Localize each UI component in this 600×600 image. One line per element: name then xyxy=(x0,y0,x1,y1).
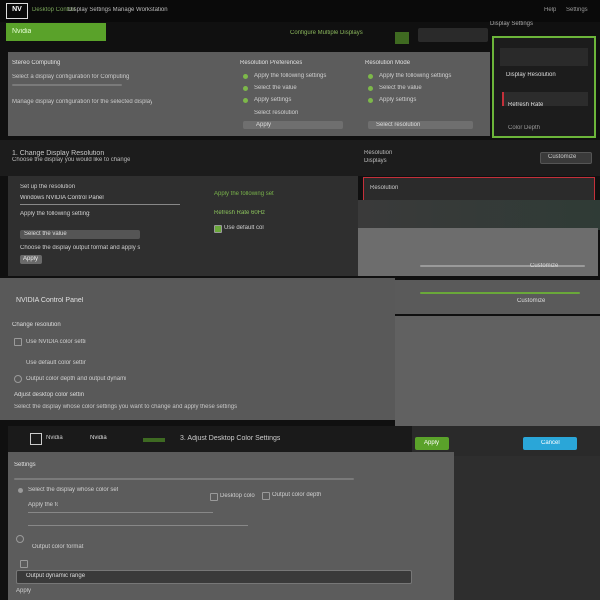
slider-panel-1 xyxy=(358,228,598,276)
right-top-dot-2 xyxy=(368,86,373,91)
mid-top-dot-2 xyxy=(243,86,248,91)
popup-item-3: Color Depth xyxy=(508,125,541,131)
section3-side xyxy=(395,316,600,426)
section3-footer-line: Select the display whose color settings … xyxy=(14,404,238,410)
right-top-line-4: Select resolution xyxy=(376,122,421,128)
customize-button-label: Customize xyxy=(548,154,577,160)
form-line-4: Select the value xyxy=(24,231,67,237)
left-top-title: Stereo Computing xyxy=(12,60,61,66)
form-panel xyxy=(8,176,358,276)
brand-tab-label: Nvidia xyxy=(12,28,32,35)
bottom-line-4: Output color depth xyxy=(272,492,322,498)
right-top-line-1: Apply the following settings xyxy=(379,73,452,79)
mid-top-title: Resolution Preferences xyxy=(240,60,303,66)
option-1-label: Use NVIDIA color settings xyxy=(26,339,86,345)
option-3-label: Output color depth and output dynamic ra… xyxy=(26,376,126,382)
right-top-dot-1 xyxy=(368,74,373,79)
bottom-line-1: Select the display whose color settings … xyxy=(28,487,118,493)
form-mid-2: Refresh Rate 60Hz xyxy=(214,210,266,216)
bottom-rule-1 xyxy=(28,512,213,513)
left-top-line-2: Manage display configuration for the sel… xyxy=(12,99,152,105)
bottom-right-area xyxy=(454,456,600,600)
right-top-line-3: Apply settings xyxy=(379,97,417,103)
popup-item-1: Display Resolution xyxy=(506,72,556,78)
cancel-button-label: Cancel xyxy=(541,440,560,446)
bottom-bar-green-strip xyxy=(143,438,165,442)
right-row2-title: Resolution xyxy=(364,150,393,156)
row2-sub: Choose the display you would like to cha… xyxy=(12,157,131,163)
slider-label-2: Customize xyxy=(517,298,546,304)
form-line-5: Choose the display output format and app… xyxy=(20,245,140,251)
bottom-checkbox-3[interactable] xyxy=(20,560,28,568)
right-top-dot-3 xyxy=(368,98,373,103)
nav-help[interactable]: Help xyxy=(544,7,556,13)
bottom-bar-title: 3. Adjust Desktop Color Settings xyxy=(180,435,281,442)
bottom-checkbox-1[interactable] xyxy=(210,493,218,501)
slider-track-2[interactable] xyxy=(420,292,580,294)
header-dark-button[interactable] xyxy=(418,28,488,42)
row2-title: 1. Change Display Resolution xyxy=(12,150,105,157)
highlight-label: Resolution xyxy=(370,185,399,191)
popup-caption: Display Settings xyxy=(490,21,534,27)
right-grad-panel xyxy=(358,200,600,230)
left-top-line-1: Select a display configuration for Compu… xyxy=(12,74,130,80)
bottom-rule-2 xyxy=(28,525,248,526)
form-mid-1: Apply the following settings xyxy=(214,191,274,197)
mid-top-line-1: Apply the following settings xyxy=(254,73,327,79)
section3-footer-title: Adjust desktop color settings xyxy=(14,392,84,398)
nav-display-settings[interactable]: Display Settings Manage Workstation xyxy=(68,7,168,13)
slider-track-1[interactable] xyxy=(420,265,585,267)
mid-top-line-4: Select resolution xyxy=(254,110,299,116)
bottom-panel-rule xyxy=(14,478,354,480)
form-line-1: Set up the resolution xyxy=(20,184,76,190)
bottom-bar-item-1[interactable]: Nvidia xyxy=(46,435,63,441)
apply-button-label: Apply xyxy=(424,440,440,446)
form-line-2: Windows NVIDIA Control Panel xyxy=(20,195,104,201)
option-3-checkbox[interactable] xyxy=(14,375,22,383)
top-bar: NV Desktop Control Display Settings Mana… xyxy=(0,0,600,22)
header-green-box xyxy=(395,32,409,44)
form-line-3: Apply the following settings and refresh xyxy=(20,211,90,217)
section3-title: NVIDIA Control Panel xyxy=(16,297,84,304)
option-1-checkbox[interactable] xyxy=(14,338,22,346)
nvidia-logo: NV xyxy=(6,3,28,19)
right-row2-sub: Displays xyxy=(364,158,387,164)
mid-top-dot-1 xyxy=(243,74,248,79)
left-top-rule xyxy=(12,84,122,86)
nav-settings[interactable]: Settings xyxy=(566,7,588,13)
mid-top-apply: Apply xyxy=(256,122,272,128)
bottom-line-5: Output color format xyxy=(32,544,84,550)
mid-top-dot-3 xyxy=(243,98,248,103)
right-top-line-2: Select the value xyxy=(379,85,422,91)
form-rule-1 xyxy=(20,204,180,205)
popup-row-1[interactable] xyxy=(500,48,588,66)
mid-top-line-3: Apply settings xyxy=(254,97,292,103)
brand-tab[interactable]: Nvidia xyxy=(6,23,106,41)
bottom-radio-1[interactable] xyxy=(16,535,24,543)
right-top-title: Resolution Mode xyxy=(365,60,411,66)
popup-item-2: Refresh Rate xyxy=(508,102,544,108)
mid-top-line-2: Select the value xyxy=(254,85,297,91)
nvidia-square-icon xyxy=(30,433,42,445)
bottom-line-2: Apply the following settings xyxy=(28,502,58,508)
form-mid-3: Use default color settings xyxy=(224,225,264,231)
option-2-label: Use default color settings xyxy=(26,360,86,366)
bottom-panel-title: Settings xyxy=(14,462,36,468)
bottom-dot-1 xyxy=(18,488,23,493)
bottom-bar-item-2[interactable]: Nvidia xyxy=(90,435,107,441)
apply-small-label: Apply xyxy=(23,256,39,262)
slider-label-1: Customize xyxy=(530,263,559,269)
header-link[interactable]: Configure Multiple Displays xyxy=(290,30,363,36)
bottom-line-3: Desktop color depth xyxy=(220,493,255,499)
section3-sub: Change resolution xyxy=(12,322,61,328)
bottom-line-7: Apply xyxy=(16,588,32,594)
form-mid-checkbox[interactable] xyxy=(214,225,222,233)
bottom-line-6: Output dynamic range xyxy=(26,573,86,579)
bottom-checkbox-2[interactable] xyxy=(262,492,270,500)
